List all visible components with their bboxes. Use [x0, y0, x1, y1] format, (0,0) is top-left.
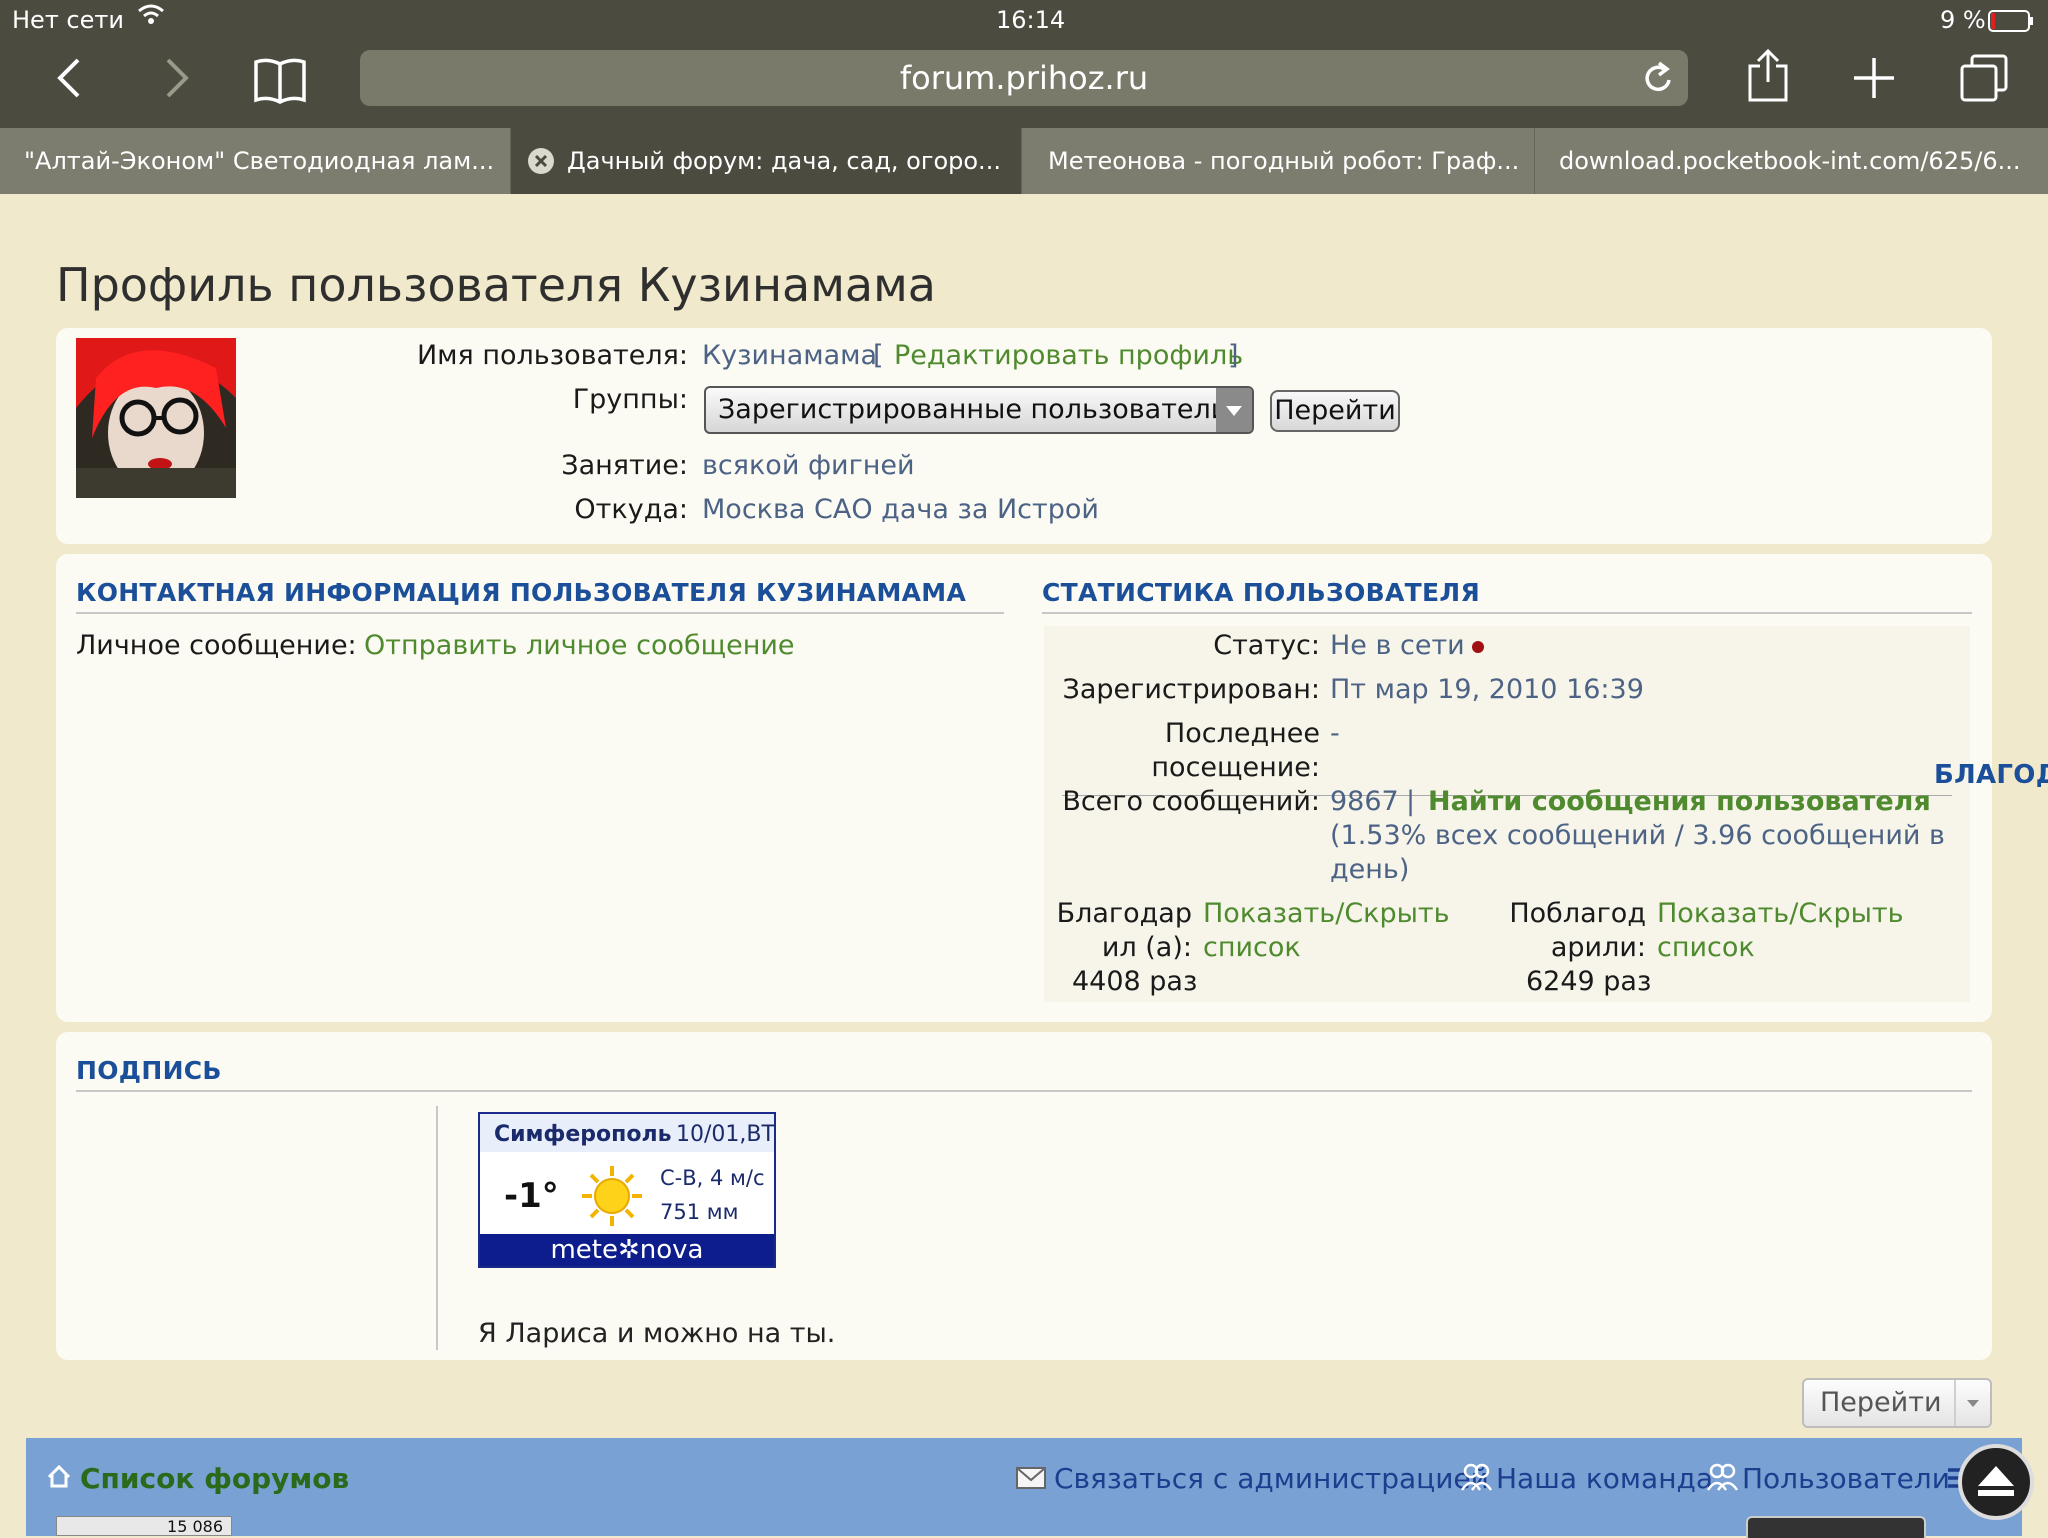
- received-toggle-link[interactable]: Показать/Скрыть: [1657, 898, 1904, 929]
- pm-label: Личное сообщение:: [76, 630, 357, 661]
- groups-label: Группы:: [572, 384, 688, 415]
- url-text: forum.prihoz.ru: [899, 59, 1149, 97]
- back-icon[interactable]: [52, 56, 88, 104]
- weather-wind: С-В, 4 м/с: [660, 1166, 765, 1190]
- scroll-to-top-icon[interactable]: [1958, 1444, 2034, 1520]
- groups-select[interactable]: Зарегистрированные пользователи: [704, 386, 1254, 434]
- groups-selected-value: Зарегистрированные пользователи: [718, 394, 1229, 425]
- tab-altai[interactable]: "Алтай-Эконом" Светодиодная лам...: [0, 128, 510, 194]
- home-icon: [46, 1464, 72, 1494]
- bookmarks-icon[interactable]: [252, 56, 308, 108]
- weather-city: Симферополь: [494, 1122, 672, 1147]
- find-posts-link[interactable]: Найти сообщения пользователя: [1428, 786, 1931, 817]
- stats-heading: СТАТИСТИКА ПОЛЬЗОВАТЕЛЯ: [1042, 578, 1480, 607]
- tab-dacha-forum[interactable]: Дачный форум: дача, сад, огоро...: [511, 128, 1021, 194]
- last-visit-value: -: [1330, 718, 1340, 749]
- location-label: Откуда:: [574, 494, 688, 525]
- mailru-counter: [1746, 1516, 1926, 1538]
- tab-meteonova[interactable]: Метеонова - погодный робот: Граф...: [1022, 128, 1534, 194]
- contact-admin-link[interactable]: Связаться с администрацией: [1054, 1462, 1489, 1495]
- weather-pressure: 751 мм: [660, 1200, 739, 1224]
- contact-heading: КОНТАКТНАЯ ИНФОРМАЦИЯ ПОЛЬЗОВАТЕЛЯ КУЗИН…: [76, 578, 967, 607]
- reload-icon[interactable]: [1642, 60, 1676, 100]
- our-team-link[interactable]: Наша команда: [1496, 1462, 1713, 1495]
- meteonova-logo: mete✲nova: [480, 1234, 774, 1266]
- received-label-2: арили:: [1550, 932, 1646, 963]
- weather-widget[interactable]: Симферополь 10/01,ВТ -1° С-В, 4 м/с 751 …: [478, 1112, 776, 1268]
- jump-button[interactable]: Перейти: [1802, 1378, 1992, 1428]
- thanked-toggle-link-2[interactable]: список: [1203, 932, 1301, 963]
- status-label: Статус:: [1213, 630, 1320, 661]
- last-visit-label-2: посещение:: [1151, 752, 1320, 783]
- page-title: Профиль пользователя Кузинамама: [56, 258, 936, 312]
- edit-bracket-open: [: [873, 340, 884, 371]
- jump-button-label: Перейти: [1820, 1387, 1942, 1418]
- send-pm-link[interactable]: Отправить личное сообщение: [364, 630, 795, 661]
- share-icon[interactable]: [1746, 48, 1790, 108]
- chevron-down-icon: [1216, 388, 1252, 432]
- edit-profile-link[interactable]: Редактировать профиль: [894, 340, 1243, 371]
- sun-icon: [580, 1164, 644, 1232]
- thanked-label-1: Благодар: [1056, 898, 1192, 929]
- weather-date: 10/01,ВТ: [676, 1122, 775, 1147]
- battery-icon: [1988, 10, 2034, 38]
- mail-icon: [1016, 1466, 1046, 1494]
- total-posts-percent: (1.53% всех сообщений / 3.96 сообщений в: [1330, 820, 1945, 851]
- forums-list-link[interactable]: Список форумов: [80, 1462, 349, 1495]
- clock: 16:14: [996, 6, 1066, 34]
- signature-heading: ПОДПИСЬ: [76, 1056, 222, 1085]
- address-bar[interactable]: forum.prihoz.ru: [360, 50, 1688, 106]
- avatar: [76, 338, 236, 498]
- chevron-down-icon: [1962, 1390, 1984, 1420]
- signature-text: Я Лариса и можно на ты.: [478, 1318, 836, 1349]
- close-tab-icon[interactable]: [527, 147, 555, 175]
- thanked-label-2: ил (а):: [1101, 932, 1192, 963]
- thanked-toggle-link[interactable]: Показать/Скрыть: [1203, 898, 1450, 929]
- edit-bracket-close: ]: [1228, 340, 1239, 371]
- last-visit-label-1: Последнее: [1164, 718, 1320, 749]
- offline-dot-icon: [1472, 641, 1484, 653]
- received-toggle-link-2[interactable]: список: [1657, 932, 1755, 963]
- tab-title: Дачный форум: дача, сад, огоро...: [567, 147, 1001, 175]
- users-link[interactable]: Пользователи: [1742, 1462, 1950, 1495]
- location-value: Москва САО дача за Истрой: [702, 494, 1099, 525]
- total-posts-count: 9867: [1330, 786, 1399, 817]
- thanked-count: 4408 раз: [1072, 966, 1198, 997]
- network-status: Нет сети: [12, 6, 124, 34]
- users-icon: [1706, 1462, 1739, 1496]
- status-value: Не в сети: [1330, 630, 1465, 661]
- wifi-icon: [137, 2, 165, 34]
- tabs-icon[interactable]: [1958, 52, 2010, 108]
- status-bar: Нет сети 16:14 9 %: [0, 0, 2048, 40]
- received-count: 6249 раз: [1526, 966, 1652, 997]
- total-posts-percent-2: день): [1330, 854, 1410, 885]
- username-value: Кузинамама: [702, 340, 878, 371]
- tab-pocketbook[interactable]: download.pocketbook-int.com/625/6...: [1535, 128, 2048, 194]
- new-tab-icon[interactable]: [1852, 56, 1896, 104]
- received-label-1: Поблагод: [1509, 898, 1646, 929]
- occupation-label: Занятие:: [561, 450, 688, 481]
- signature-panel: [56, 1032, 1992, 1360]
- registered-label: Зарегистрирован:: [1062, 674, 1320, 705]
- thanks-heading-overflow: БЛАГОД: [1934, 760, 2048, 790]
- username-label: Имя пользователя:: [416, 340, 688, 371]
- occupation-value: всякой фигней: [702, 450, 915, 481]
- total-posts-sep: |: [1406, 786, 1416, 817]
- registered-value: Пт мар 19, 2010 16:39: [1330, 674, 1644, 705]
- groups-go-button[interactable]: Перейти: [1270, 390, 1400, 432]
- battery-percent: 9 %: [1940, 6, 1986, 34]
- team-icon: [1460, 1462, 1493, 1496]
- total-posts-label: Всего сообщений:: [1062, 786, 1320, 817]
- forward-icon[interactable]: [158, 56, 194, 104]
- visit-counter: 15 086: [56, 1516, 232, 1536]
- weather-temp: -1°: [504, 1176, 559, 1216]
